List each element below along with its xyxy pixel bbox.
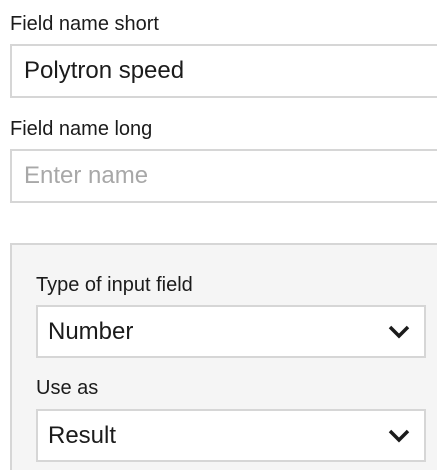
field-name-short-input[interactable] xyxy=(10,44,437,98)
field-name-long-label: Field name long xyxy=(10,118,153,140)
type-of-input-field-value: Number xyxy=(48,317,134,345)
chevron-down-icon xyxy=(388,429,410,443)
chevron-down-icon xyxy=(388,325,410,339)
use-as-label: Use as xyxy=(36,377,99,399)
field-name-short-label: Field name short xyxy=(10,13,159,35)
use-as-select[interactable]: Result xyxy=(36,409,426,462)
field-name-long-input[interactable] xyxy=(10,149,437,203)
type-of-input-field-label: Type of input field xyxy=(36,274,193,296)
use-as-value: Result xyxy=(48,421,117,449)
type-of-input-field-select[interactable]: Number xyxy=(36,305,426,358)
